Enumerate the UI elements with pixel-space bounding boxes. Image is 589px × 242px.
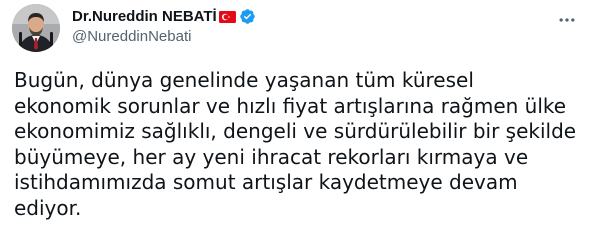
tweet-header: Dr.Nureddin NEBATİ @NureddinNebati [72, 6, 256, 50]
tweet-text-line: büyümeye, her ay yeni ihracat rekorları … [14, 144, 529, 169]
tweet-text-line: Bugün, dünya genelinde yaşanan tüm küres… [14, 68, 474, 92]
name-row: Dr.Nureddin NEBATİ [72, 6, 256, 26]
more-horizontal-icon [557, 10, 577, 35]
verified-badge-icon [239, 8, 256, 25]
tweet-text: Bugün, dünya genelinde yaşanan tüm küres… [14, 68, 579, 221]
turkey-flag-icon [218, 10, 236, 23]
author-display-name[interactable]: Dr.Nureddin NEBATİ [72, 8, 217, 25]
author-handle[interactable]: @NureddinNebati [72, 28, 256, 45]
avatar[interactable] [12, 4, 60, 52]
tweet-text-line: istihdamımızda somut artışlar kaydetmeye… [14, 170, 518, 194]
tweet-text-line: ediyor. [14, 195, 82, 220]
tweet-text-line: ekonomik sorunlar ve hızlı fiyat artışla… [14, 93, 567, 118]
tweet-card: Dr.Nureddin NEBATİ @NureddinNebati Bugün… [0, 0, 589, 242]
more-options-button[interactable] [555, 10, 579, 34]
tweet-text-line: ekonomimiz sağlıklı, dengeli ve sürdürül… [14, 119, 577, 143]
